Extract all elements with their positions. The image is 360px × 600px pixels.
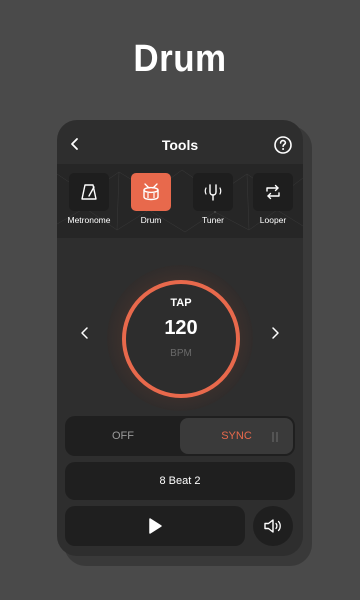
speaker-icon [264,519,281,533]
tool-metronome[interactable]: Metronome [67,173,111,225]
tool-looper[interactable]: Looper [251,173,295,225]
help-button[interactable] [273,135,293,155]
play-button[interactable] [65,506,245,546]
beat-pattern-selector[interactable]: 8 Beat 2 [65,462,295,500]
metronome-icon [81,184,97,200]
chevron-right-icon [272,327,279,339]
tools-screen: Tools Metronome Drum Tuner Looper TAP 12… [57,120,303,556]
tool-label: Looper [259,215,287,225]
promo-title: Drum [133,38,227,80]
bpm-value: 120 [164,317,198,339]
tool-label: Metronome [67,215,111,225]
chevron-left-icon [81,327,88,339]
loop-icon [266,184,280,200]
tap-label: TAP [170,297,192,309]
tool-drum[interactable]: Drum [129,173,173,225]
help-icon [274,136,292,154]
play-icon [149,518,162,534]
tuning-fork-icon [204,184,222,201]
sync-label: SYNC [221,430,252,442]
tempo-dial: TAP 120 BPM [57,265,303,411]
tempo-decrease-button[interactable] [77,325,93,341]
volume-button[interactable] [253,506,293,546]
bpm-unit: BPM [170,348,192,359]
tool-tuner[interactable]: Tuner [191,173,235,225]
drag-handle-icon [272,432,278,442]
sync-toggle: OFF SYNC [65,416,295,456]
page-title: Tools [161,137,199,153]
drum-icon [143,183,159,201]
toggle-sync-option[interactable]: SYNC [180,418,293,454]
tool-label: Tuner [202,215,224,225]
header-bar: Tools [57,120,303,168]
tool-selector: Metronome Drum Tuner Looper [57,164,303,238]
toggle-off-option[interactable]: OFF [65,416,181,456]
tool-label: Drum [140,215,162,225]
tempo-increase-button[interactable] [267,325,283,341]
